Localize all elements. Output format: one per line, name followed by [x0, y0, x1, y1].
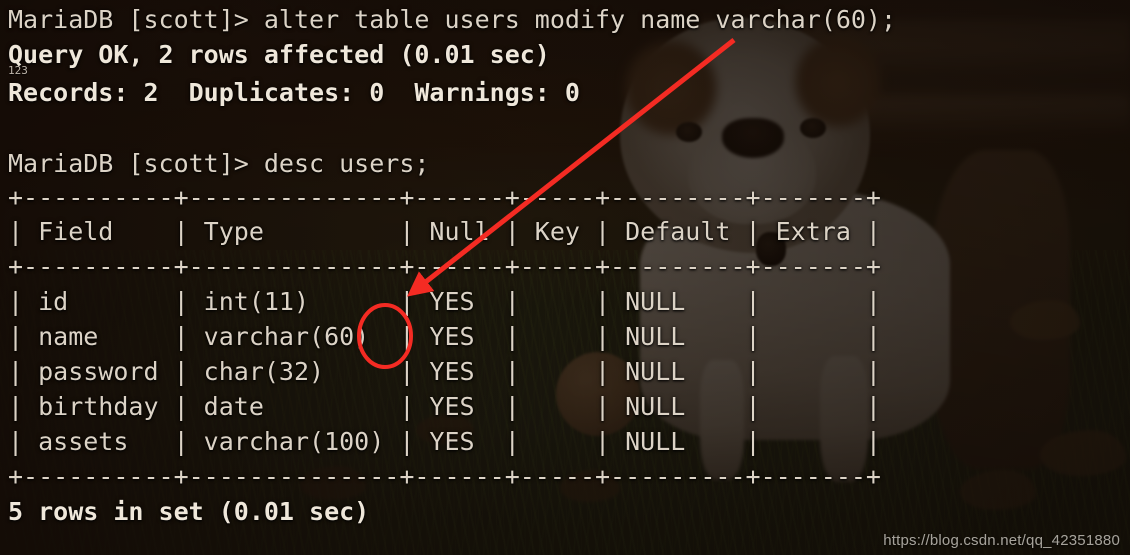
terminal-output: MariaDB [scott]> alter table users modif… [0, 0, 1130, 555]
terminal-line-6: | Field | Type | Null | Key | Default | … [8, 217, 881, 246]
terminal-line-5: +----------+--------------+------+-----+… [8, 183, 881, 212]
watermark: https://blog.csdn.net/qq_42351880 [883, 532, 1120, 549]
terminal-line-4: MariaDB [scott]> desc users; [8, 149, 430, 178]
terminal-line-7: +----------+--------------+------+-----+… [8, 252, 881, 281]
terminal-line-12: | assets | varchar(100) | YES | | NULL |… [8, 427, 881, 456]
terminal-screenshot: MariaDB [scott]> alter table users modif… [0, 0, 1130, 555]
terminal-line-8: | id | int(11) | YES | | NULL | | [8, 287, 881, 316]
terminal-line-2: Records: 2 Duplicates: 0 Warnings: 0 [8, 78, 580, 107]
terminal-line-10: | password | char(32) | YES | | NULL | | [8, 357, 881, 386]
artifact-123-label: 123 [8, 64, 28, 77]
terminal-line-1: Query OK, 2 rows affected (0.01 sec) [8, 40, 550, 69]
terminal-line-11: | birthday | date | YES | | NULL | | [8, 392, 881, 421]
terminal-line-13: +----------+--------------+------+-----+… [8, 462, 881, 491]
terminal-line-14: 5 rows in set (0.01 sec) [8, 497, 370, 526]
terminal-line-9: | name | varchar(60) | YES | | NULL | | [8, 322, 881, 351]
terminal-line-0: MariaDB [scott]> alter table users modif… [8, 5, 897, 34]
